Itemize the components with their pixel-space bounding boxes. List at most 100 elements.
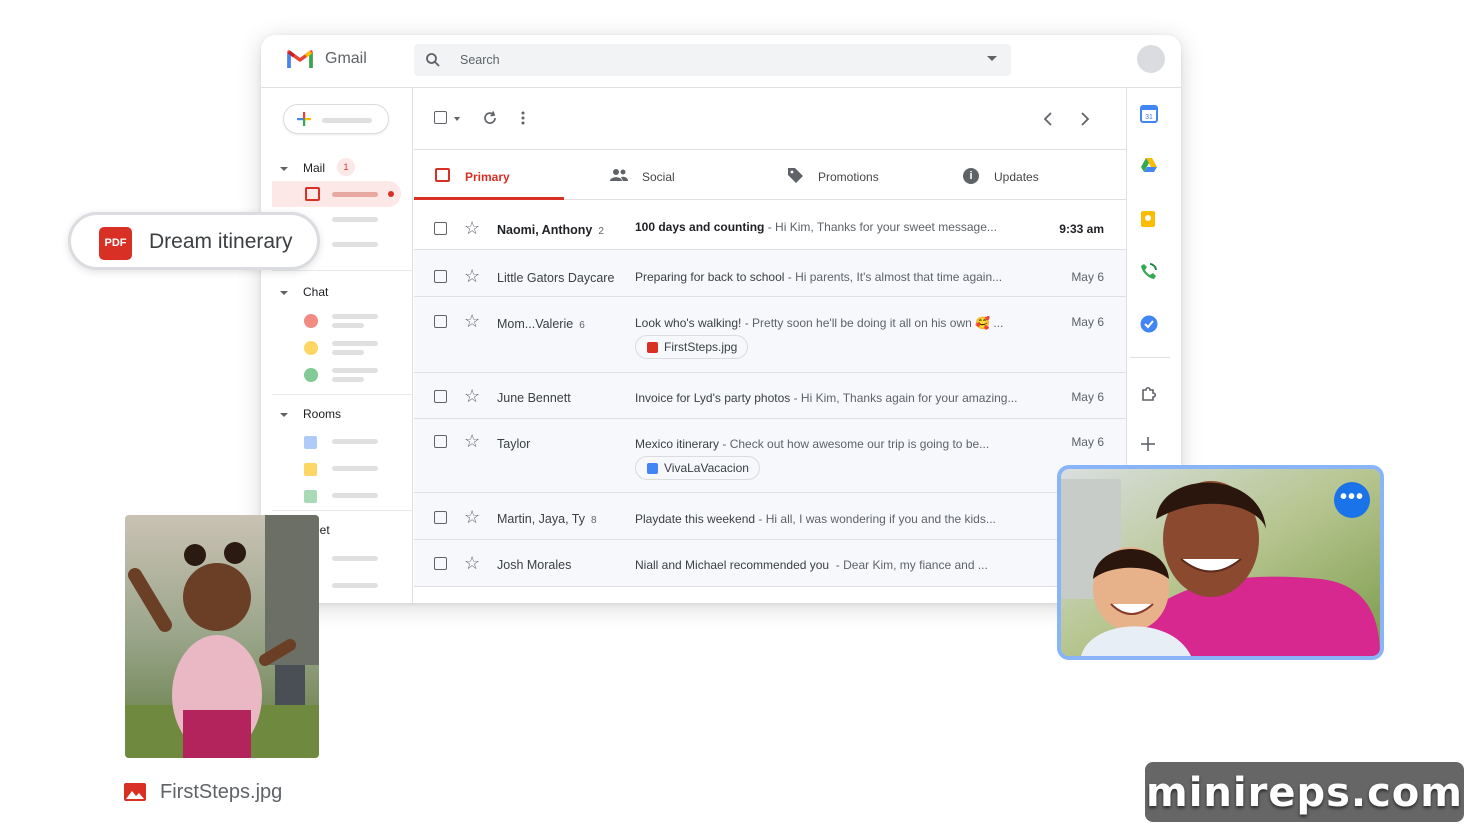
select-all-checkbox[interactable] [434, 111, 447, 124]
search-icon [426, 53, 440, 67]
video-call-tile[interactable]: ••• [1057, 465, 1384, 660]
email-subject: Look who's walking! - Pretty soon he'll … [635, 316, 1004, 330]
email-sender: Mom...Valerie 6 [497, 317, 585, 331]
rooms-section-label[interactable]: Rooms [303, 407, 341, 421]
svg-text:31: 31 [1145, 114, 1153, 121]
attachment-name: FirstSteps.jpg [664, 340, 738, 354]
star-icon[interactable]: ☆ [464, 312, 480, 330]
email-row[interactable]: ☆ Josh Morales Niall and Michael recomme… [414, 540, 1126, 587]
rooms-collapse-icon[interactable] [280, 413, 288, 417]
email-row[interactable]: ☆ Mom...Valerie 6 Look who's walking! - P… [414, 297, 1126, 373]
more-options-icon[interactable]: ••• [1334, 482, 1370, 518]
row-checkbox[interactable] [434, 390, 447, 403]
email-subject: 100 days and counting - Hi Kim, Thanks f… [635, 220, 997, 234]
room-item[interactable] [332, 493, 378, 498]
star-icon[interactable]: ☆ [464, 387, 480, 405]
tab-social[interactable]: Social [590, 150, 766, 200]
tab-updates[interactable]: i Updates [942, 150, 1126, 200]
room-item[interactable] [332, 439, 378, 444]
mail-section-label[interactable]: Mail [303, 161, 325, 175]
room-item[interactable] [332, 466, 378, 471]
video-feed-image [1061, 469, 1380, 656]
baby-photo-image [125, 515, 319, 758]
row-checkbox[interactable] [434, 557, 447, 570]
compose-placeholder [322, 118, 372, 123]
attachment-chip[interactable]: VivaLaVacacion [635, 456, 760, 480]
inbox-icon [305, 187, 320, 201]
email-row[interactable]: ☆ Taylor Mexico itinerary - Check out ho… [414, 419, 1126, 493]
row-checkbox[interactable] [434, 222, 447, 235]
top-bar: Gmail Search [261, 35, 1181, 88]
search-input[interactable]: Search [460, 53, 500, 67]
star-icon[interactable]: ☆ [464, 267, 480, 285]
image-file-icon [124, 783, 146, 801]
star-icon[interactable]: ☆ [464, 219, 480, 237]
sidebar-item-snoozed[interactable] [332, 242, 378, 247]
sidebar-item-placeholder [332, 192, 378, 197]
mail-collapse-icon[interactable] [280, 167, 288, 171]
previous-page-icon[interactable] [1043, 111, 1053, 127]
gmail-logo-icon[interactable] [287, 48, 313, 70]
email-row[interactable]: ☆ Little Gators Daycare Preparing for ba… [414, 250, 1126, 297]
chat-avatar-icon[interactable] [304, 368, 318, 382]
email-subject: Playdate this weekend - Hi all, I was wo… [635, 512, 996, 526]
star-icon[interactable]: ☆ [464, 432, 480, 450]
email-row[interactable]: ☆ Naomi, Anthony 2 100 days and counting … [414, 200, 1126, 250]
chat-section-label[interactable]: Chat [303, 285, 328, 299]
chat-avatar-icon[interactable] [304, 341, 318, 355]
sidebar-item-starred[interactable] [332, 217, 378, 222]
sidebar-divider [272, 270, 413, 271]
search-bar[interactable]: Search [414, 44, 1011, 76]
compose-button[interactable] [283, 104, 389, 134]
star-icon[interactable]: ☆ [464, 508, 480, 526]
row-checkbox[interactable] [434, 270, 447, 283]
email-sender: Taylor [497, 437, 531, 451]
room-icon[interactable] [304, 490, 317, 503]
chat-item[interactable] [332, 368, 378, 373]
row-checkbox[interactable] [434, 511, 447, 524]
tasks-icon[interactable] [1140, 315, 1158, 333]
main-pane: Primary Social Promotions i Updates ☆ Na… [414, 88, 1126, 603]
attachment-chip[interactable]: FirstSteps.jpg [635, 335, 749, 359]
email-row[interactable]: ☆ June Bennett Invoice for Lyd's party p… [414, 373, 1126, 419]
rail-divider [1130, 357, 1170, 358]
email-row[interactable]: ☆ Martin, Jaya, Ty 8 Playdate this weeken… [414, 493, 1126, 540]
account-avatar[interactable] [1137, 45, 1165, 73]
chat-item[interactable] [332, 314, 378, 319]
email-subject: Niall and Michael recommended you - Dear… [635, 558, 988, 572]
row-checkbox[interactable] [434, 435, 447, 448]
row-checkbox[interactable] [434, 315, 447, 328]
sidebar-divider [272, 394, 413, 395]
pdf-name: Dream itinerary [149, 230, 293, 253]
chat-collapse-icon[interactable] [280, 291, 288, 295]
refresh-icon[interactable] [482, 110, 498, 126]
addons-icon[interactable] [1140, 385, 1158, 403]
more-options-icon[interactable] [521, 111, 525, 125]
star-icon[interactable]: ☆ [464, 554, 480, 572]
select-dropdown-icon[interactable] [454, 117, 460, 121]
room-icon[interactable] [304, 436, 317, 449]
tab-label: Promotions [818, 170, 879, 184]
add-icon[interactable] [1140, 436, 1156, 452]
app-title: Gmail [325, 50, 367, 67]
calendar-icon[interactable]: 31 [1140, 105, 1158, 123]
meet-item[interactable] [332, 556, 378, 561]
sidebar-item-inbox[interactable] [272, 181, 401, 207]
phone-icon[interactable] [1140, 262, 1158, 280]
chat-item[interactable] [332, 341, 378, 346]
meet-item[interactable] [332, 583, 378, 588]
pdf-attachment-pill[interactable]: PDF Dream itinerary [68, 212, 320, 270]
tab-label: Social [642, 170, 675, 184]
search-options-icon[interactable] [987, 56, 997, 61]
tab-promotions[interactable]: Promotions [766, 150, 942, 200]
tab-primary[interactable]: Primary [414, 150, 590, 200]
keep-icon[interactable] [1140, 210, 1156, 228]
room-icon[interactable] [304, 463, 317, 476]
chat-avatar-icon[interactable] [304, 314, 318, 328]
email-date: May 6 [1071, 390, 1104, 404]
drive-icon[interactable] [1140, 157, 1158, 173]
email-sender: June Bennett [497, 391, 571, 405]
people-icon [610, 169, 628, 181]
email-date: May 6 [1071, 435, 1104, 449]
next-page-icon[interactable] [1080, 111, 1090, 127]
